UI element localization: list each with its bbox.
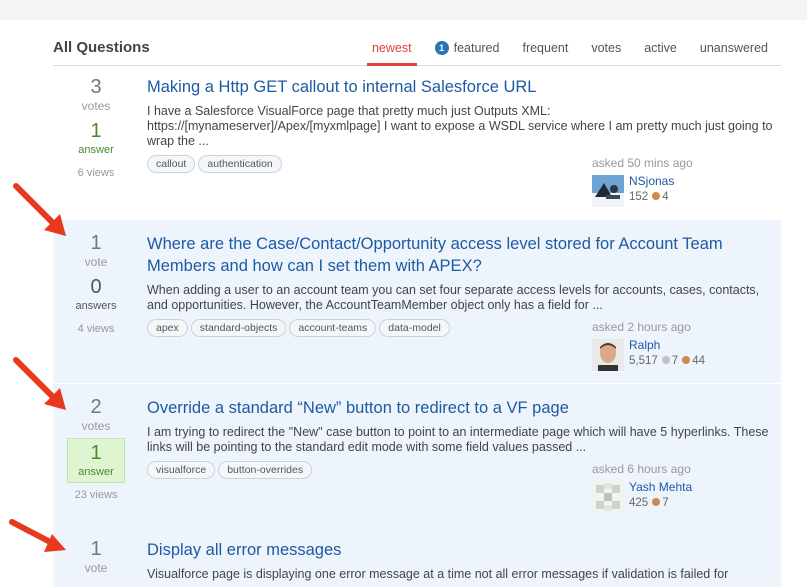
vote-number: 3: [90, 76, 102, 98]
answer-unit: answer: [78, 144, 114, 156]
featured-count-badge: 1: [434, 41, 449, 55]
answer-count: 1 answer: [53, 120, 139, 158]
question-summary: 1 vote Display all error messages Visual…: [53, 527, 781, 587]
vote-count: 3 votes: [53, 76, 139, 114]
tab-votes[interactable]: votes: [591, 41, 621, 55]
tag[interactable]: standard-objects: [190, 319, 287, 337]
question-title-link[interactable]: Display all error messages: [147, 539, 775, 561]
asked-time: asked 6 hours ago: [592, 462, 691, 476]
user-card: Yash Mehta 425 7: [592, 480, 772, 515]
page-title: All Questions: [53, 39, 150, 56]
vote-unit: votes: [81, 99, 111, 113]
top-strip: [0, 0, 807, 20]
bronze-count: 44: [692, 355, 705, 367]
answer-unit: answer: [78, 466, 114, 478]
answer-number: 1: [90, 442, 102, 464]
asked-info: asked 6 hours ago Yash Mehta 425 7: [592, 462, 772, 515]
question-excerpt: When adding a user to an account team yo…: [147, 283, 760, 312]
tab-featured[interactable]: 1 featured: [434, 41, 500, 55]
tag[interactable]: callout: [147, 155, 196, 173]
bronze-badge-icon: [682, 356, 691, 364]
question-excerpt: Visualforce page is displaying one error…: [147, 567, 729, 581]
answer-count: 0 answers: [53, 276, 139, 314]
question-excerpt: I am trying to redirect the "New" case b…: [147, 425, 769, 454]
reputation-score: 5,517: [629, 355, 658, 367]
tab-newest[interactable]: newest: [367, 41, 417, 66]
avatar[interactable]: [592, 481, 624, 513]
tag-list: callout authentication: [147, 154, 285, 173]
answer-number: 1: [90, 120, 102, 142]
tab-unanswered[interactable]: unanswered: [700, 41, 768, 55]
tab-featured-label: featured: [453, 41, 500, 55]
view-count: 6 views: [77, 167, 115, 179]
avatar[interactable]: [592, 339, 624, 371]
tag[interactable]: visualforce: [147, 461, 216, 479]
silver-count: 7: [671, 355, 679, 367]
user-card: Ralph 5,517 7 44: [592, 338, 772, 373]
question-summary: 3 votes 1 answer 6 views Making a Http G…: [53, 66, 781, 229]
bronze-badge-icon: [652, 498, 661, 506]
answer-unit: answers: [75, 300, 117, 312]
user-name-link[interactable]: Yash Mehta: [629, 480, 692, 494]
view-count: 4 views: [77, 323, 115, 335]
reputation: 152 4: [629, 191, 669, 203]
asked-info: asked 2 hours ago Ralph 5,517 7 44: [592, 320, 772, 373]
tag[interactable]: apex: [147, 319, 188, 337]
tab-frequent[interactable]: frequent: [522, 41, 568, 55]
asked-time: asked 2 hours ago: [592, 320, 691, 334]
tag[interactable]: button-overrides: [218, 461, 313, 479]
user-name-link[interactable]: Ralph: [629, 338, 660, 352]
question-title-link[interactable]: Override a standard “New” button to redi…: [147, 397, 775, 419]
question-stats: 1 vote 0 answers 4 views: [53, 232, 139, 335]
tag-list: apex standard-objects account-teams data-mo…: [147, 318, 453, 337]
red-arrow-icon: [13, 183, 66, 236]
reputation-score: 152: [629, 191, 649, 203]
question-stats: 3 votes 1 answer 6 views: [53, 76, 139, 179]
question-title-link[interactable]: Making a Http GET callout to internal Sa…: [147, 76, 775, 98]
reputation: 425 7: [629, 497, 669, 509]
bronze-count: 7: [662, 497, 669, 509]
question-summary: 2 votes 1 answer 23 views Override a sta…: [53, 384, 781, 547]
user-name-link[interactable]: NSjonas: [629, 174, 674, 188]
sort-tabs: newest 1 featured frequent votes active u…: [349, 41, 768, 66]
user-card: NSjonas 152 4: [592, 174, 772, 209]
vote-unit: votes: [81, 419, 111, 433]
question-title-link[interactable]: Where are the Case/Contact/Opportunity a…: [147, 233, 775, 277]
silver-badge-icon: [661, 356, 670, 364]
bronze-count: 4: [662, 191, 669, 203]
reputation-score: 425: [629, 497, 649, 509]
red-arrow-icon: [9, 519, 66, 552]
accepted-answer-count: 1 answer: [67, 438, 125, 483]
tag[interactable]: data-model: [379, 319, 450, 337]
vote-unit: vote: [84, 255, 108, 269]
asked-info: asked 50 mins ago NSjonas 152 4: [592, 156, 772, 209]
asked-time: asked 50 mins ago: [592, 156, 693, 170]
tag[interactable]: authentication: [198, 155, 282, 173]
vote-unit: vote: [84, 561, 108, 575]
tag[interactable]: account-teams: [289, 319, 377, 337]
question-excerpt: I have a Salesforce VisualForce page tha…: [147, 104, 773, 148]
avatar[interactable]: [592, 175, 624, 207]
tab-active[interactable]: active: [644, 41, 677, 55]
question-summary: 1 vote 0 answers 4 views Where are the C…: [53, 220, 781, 383]
answer-number: 0: [90, 276, 102, 298]
tag-list: visualforce button-overrides: [147, 460, 315, 479]
red-arrow-icon: [13, 357, 66, 410]
view-count: 23 views: [74, 489, 118, 501]
questions-header: All Questions newest 1 featured frequent …: [53, 37, 781, 66]
reputation: 5,517 7 44: [629, 355, 705, 367]
bronze-badge-icon: [652, 192, 661, 200]
